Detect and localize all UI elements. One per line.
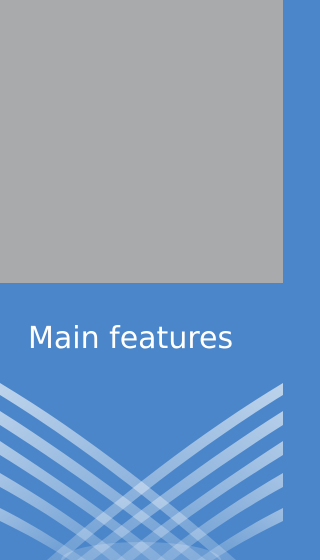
beam-glow [61, 542, 221, 560]
light-beams-graphic [0, 383, 283, 560]
gray-header-panel [0, 0, 283, 283]
blue-banner-panel: Main features [0, 283, 283, 560]
